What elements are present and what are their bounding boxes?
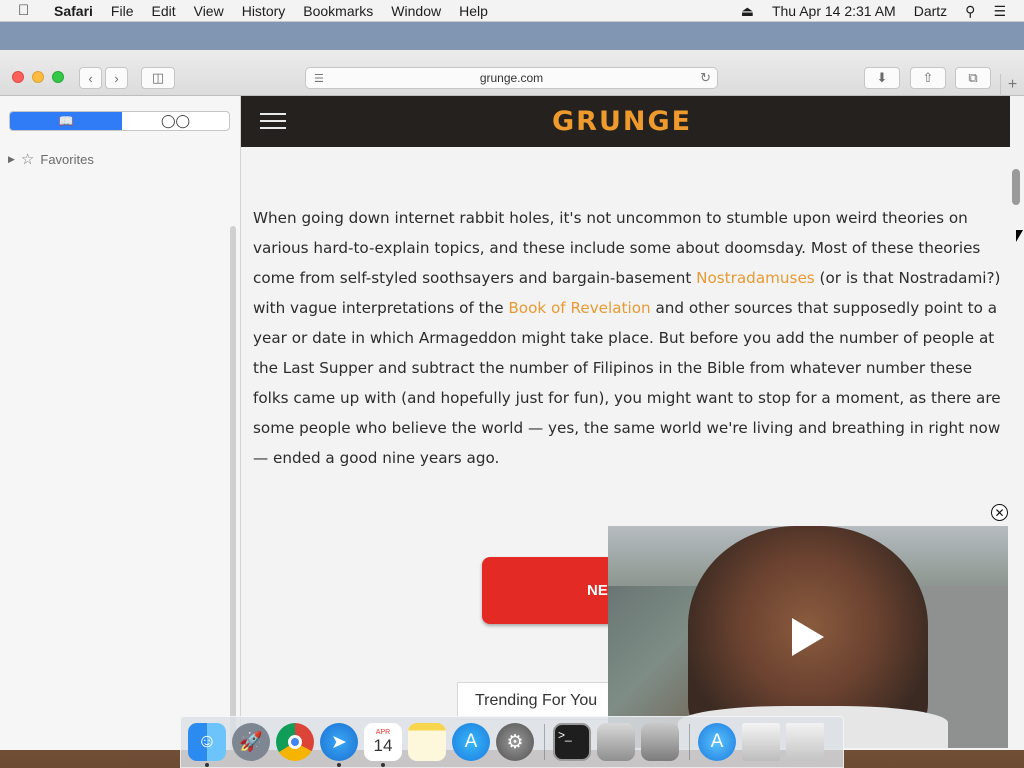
sidebar-toggle-button[interactable]: ◫ xyxy=(141,67,175,89)
sidebar-segmented-control: 📖 ◯◯ xyxy=(9,111,230,131)
download-icon: ⬇ xyxy=(876,70,888,85)
documents-icon[interactable] xyxy=(742,723,780,761)
dock-separator-2 xyxy=(689,724,690,760)
notes-icon[interactable] xyxy=(408,723,446,761)
video-player[interactable] xyxy=(608,526,1008,748)
spotlight-search-icon[interactable]: ⚲ xyxy=(965,3,975,20)
chrome-icon[interactable] xyxy=(276,723,314,761)
article-text-3: and other sources that supposedly point … xyxy=(253,299,1001,467)
disk-utility-icon[interactable] xyxy=(597,723,635,761)
menubar-status-area: ⏏ Thu Apr 14 2:31 AM Dartz ⚲ ☰ xyxy=(741,0,1024,22)
menu-view[interactable]: View xyxy=(194,3,224,19)
reload-icon[interactable]: ↻ xyxy=(700,70,711,86)
glasses-icon: ◯◯ xyxy=(160,113,191,128)
archive-utility-icon[interactable] xyxy=(641,723,679,761)
star-icon: ☆ xyxy=(20,151,35,168)
finder-icon[interactable]: ☺ xyxy=(188,723,226,767)
menu-bookmarks[interactable]: Bookmarks xyxy=(303,3,373,19)
sidebar-icon: ◫ xyxy=(151,70,165,85)
bookmarks-tab[interactable]: 📖 xyxy=(10,112,122,130)
share-button[interactable]: ⇧ xyxy=(910,67,946,89)
back-button[interactable]: ‹ xyxy=(79,67,102,89)
dock: ☺ 🚀 ➤ APR 14 A ⚙ >_ A xyxy=(180,716,844,768)
safari-toolbar: ‹ › ◫ ☰ grunge.com ↻ ⬇ ⇧ ⧉ + xyxy=(0,50,1024,96)
calendar-icon[interactable]: APR 14 xyxy=(364,723,402,767)
bookmarks-sidebar: 📖 ◯◯ ▶ ☆ Favorites xyxy=(0,96,241,750)
system-preferences-icon[interactable]: ⚙ xyxy=(496,723,534,761)
menu-safari[interactable]: Safari xyxy=(54,3,93,19)
zoom-window-button[interactable] xyxy=(52,71,64,83)
book-of-revelation-link[interactable]: Book of Revelation xyxy=(508,299,650,317)
nostradamuses-link[interactable]: Nostradamuses xyxy=(696,269,815,287)
tab-overview-button[interactable]: ⧉ xyxy=(955,67,991,89)
launchpad-icon[interactable]: 🚀 xyxy=(232,723,270,761)
chevron-right-icon: › xyxy=(114,70,119,86)
minimize-window-button[interactable] xyxy=(32,71,44,83)
downloads-button[interactable]: ⬇ xyxy=(864,67,900,89)
plus-icon: + xyxy=(1007,76,1018,93)
trash-icon[interactable] xyxy=(786,723,824,761)
tabs-icon: ⧉ xyxy=(968,70,978,85)
forward-button[interactable]: › xyxy=(105,67,128,89)
share-icon: ⇧ xyxy=(922,70,934,85)
menu-file[interactable]: File xyxy=(111,3,134,19)
reading-list-tab[interactable]: ◯◯ xyxy=(122,112,229,130)
apple-menu-icon[interactable]:  xyxy=(18,2,40,19)
play-icon[interactable] xyxy=(792,618,824,656)
next-button-label: NE xyxy=(587,582,608,599)
site-logo[interactable]: GRUNGE xyxy=(552,106,692,137)
reader-view-icon[interactable]: ☰ xyxy=(314,72,324,85)
menu-window[interactable]: Window xyxy=(391,3,441,19)
book-icon: 📖 xyxy=(58,114,74,128)
dock-separator xyxy=(544,724,545,760)
menu-edit[interactable]: Edit xyxy=(151,3,175,19)
menu-bar:  Safari File Edit View History Bookmark… xyxy=(0,0,1024,22)
trending-for-you-tab[interactable]: Trending For You xyxy=(457,682,627,720)
new-tab-button[interactable]: + xyxy=(1000,74,1024,96)
eject-icon[interactable]: ⏏ xyxy=(741,3,754,20)
app-store-folder-icon[interactable]: A xyxy=(698,723,736,761)
app-store-icon[interactable]: A xyxy=(452,723,490,761)
mouse-cursor xyxy=(1016,230,1023,242)
sidebar-scrollbar[interactable] xyxy=(230,226,236,750)
notification-center-icon[interactable]: ☰ xyxy=(993,3,1006,20)
menu-help[interactable]: Help xyxy=(459,3,488,19)
site-header: GRUNGE xyxy=(241,96,1010,147)
page-scrollbar[interactable] xyxy=(1012,169,1020,205)
url-text: grunge.com xyxy=(479,71,544,85)
address-bar[interactable]: ☰ grunge.com ↻ xyxy=(305,67,718,89)
menu-history[interactable]: History xyxy=(242,3,286,19)
terminal-icon[interactable]: >_ xyxy=(553,723,591,761)
user-name[interactable]: Dartz xyxy=(914,3,947,19)
close-video-button[interactable]: ✕ xyxy=(991,504,1008,521)
hamburger-menu-icon[interactable] xyxy=(260,113,286,129)
clock[interactable]: Thu Apr 14 2:31 AM xyxy=(772,3,896,19)
close-window-button[interactable] xyxy=(12,71,24,83)
calendar-day: 14 xyxy=(373,736,393,755)
trending-label: Trending For You xyxy=(475,692,598,709)
chevron-left-icon: ‹ xyxy=(88,70,93,86)
disclosure-triangle-icon[interactable]: ▶ xyxy=(8,154,15,165)
safari-icon[interactable]: ➤ xyxy=(320,723,358,767)
article-paragraph: When going down internet rabbit holes, i… xyxy=(253,203,1001,473)
favorites-folder[interactable]: ▶ ☆ Favorites xyxy=(8,150,94,168)
favorites-label: Favorites xyxy=(40,151,94,167)
